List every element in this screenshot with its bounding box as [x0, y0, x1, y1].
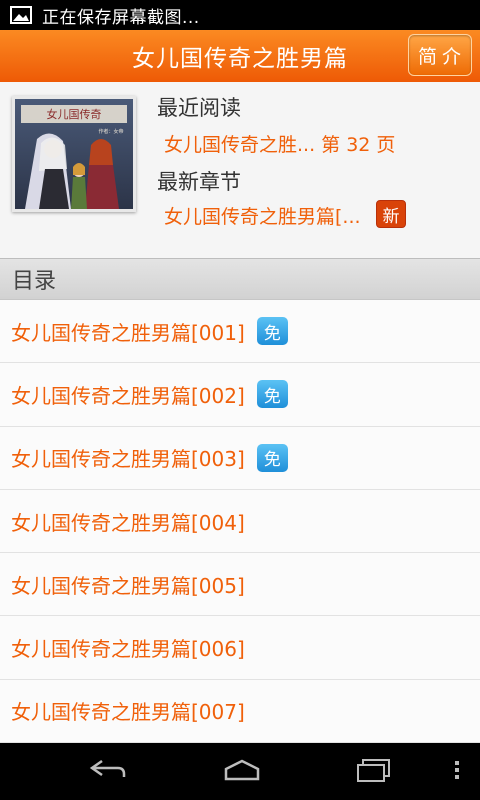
recent-reading-label: 最近阅读 — [157, 96, 241, 120]
chapter-title: 女儿国传奇之胜男篇[005] — [11, 573, 245, 598]
cover-author-text: 作者：女帝 — [98, 128, 123, 135]
chapter-title: 女儿国传奇之胜男篇[002] — [11, 383, 245, 408]
chapter-item[interactable]: 女儿国传奇之胜男篇[001] 免 — [0, 300, 480, 364]
title-bar: 女儿国传奇之胜男篇 简介 — [0, 30, 480, 82]
chapter-title: 女儿国传奇之胜男篇[004] — [11, 510, 245, 535]
recent-apps-icon[interactable] — [354, 757, 394, 783]
free-badge: 免 — [256, 443, 288, 472]
back-icon[interactable] — [88, 757, 128, 783]
book-cover[interactable]: 女儿国传奇 作者：女帝 — [12, 96, 136, 212]
chapter-list[interactable]: 女儿国传奇之胜男篇[001] 免 女儿国传奇之胜男篇[002] 免 女儿国传奇之… — [0, 300, 480, 743]
page-title: 女儿国传奇之胜男篇 — [132, 46, 348, 72]
book-info-panel: 女儿国传奇 作者：女帝 最近阅读 女儿国传奇之胜... 第 32 页 最新章节 … — [0, 82, 480, 258]
new-badge: 新 — [376, 200, 406, 228]
latest-chapter-link[interactable]: 女儿国传奇之胜男篇[... — [164, 202, 361, 229]
chapter-item[interactable]: 女儿国传奇之胜男篇[003] 免 — [0, 427, 480, 490]
chapter-item[interactable]: 女儿国传奇之胜男篇[006] — [0, 616, 480, 680]
chapter-item[interactable]: 女儿国传奇之胜男篇[005] — [0, 553, 480, 617]
chapter-title: 女儿国传奇之胜男篇[006] — [11, 637, 245, 662]
catalog-header-label: 目录 — [12, 269, 57, 294]
intro-button[interactable]: 简介 — [408, 34, 472, 76]
latest-chapter-label: 最新章节 — [157, 170, 241, 194]
chapter-title: 女儿国传奇之胜男篇[003] — [11, 447, 245, 472]
chapter-item[interactable]: 女儿国传奇之胜男篇[002] 免 — [0, 363, 480, 427]
recent-reading-link[interactable]: 女儿国传奇之胜... 第 32 页 — [164, 130, 395, 157]
free-badge: 免 — [256, 317, 288, 346]
chapter-item[interactable]: 女儿国传奇之胜男篇[004] — [0, 490, 480, 554]
book-cover-art: 女儿国传奇 作者：女帝 — [15, 99, 133, 209]
chapter-title: 女儿国传奇之胜男篇[007] — [11, 700, 245, 725]
status-text: 正在保存屏幕截图... — [42, 7, 200, 28]
chapter-item[interactable]: 女儿国传奇之胜男篇[007] — [0, 680, 480, 743]
catalog-header: 目录 — [0, 258, 480, 300]
image-icon — [10, 6, 32, 24]
navigation-bar — [0, 743, 480, 800]
home-icon[interactable] — [222, 757, 262, 783]
free-badge: 免 — [256, 380, 288, 409]
status-bar: 正在保存屏幕截图... — [0, 0, 480, 30]
chapter-title: 女儿国传奇之胜男篇[001] — [11, 320, 245, 345]
cover-title-text: 女儿国传奇 — [47, 107, 102, 121]
menu-icon[interactable] — [450, 757, 464, 783]
